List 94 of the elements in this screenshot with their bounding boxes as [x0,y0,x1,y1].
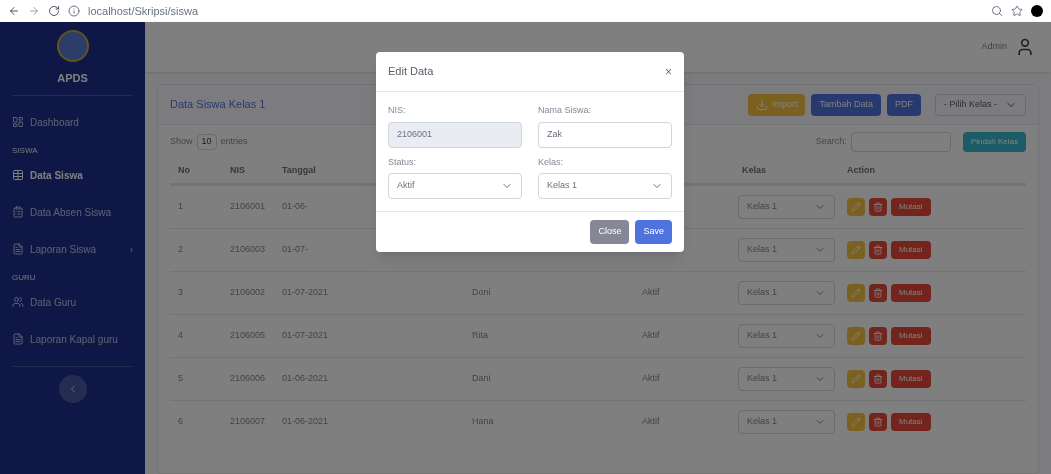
toolbar-button[interactable]: Import [747,93,806,116]
trash-icon [873,417,883,427]
edit-button[interactable] [847,241,865,259]
toolbar-button[interactable]: Tambah Data [811,93,881,116]
edit-button[interactable] [847,370,865,388]
mutate-button[interactable]: Mutasi [891,284,931,302]
mutate-button[interactable]: Mutasi [891,241,931,259]
nav-icon [12,243,24,255]
select-field[interactable]: Kelas 1 [538,173,672,199]
input-field[interactable]: Zak [538,121,672,148]
dialog-button[interactable]: Save [635,220,672,244]
table-cell: 2106007 [222,400,274,443]
trash-icon [873,288,883,298]
pencil-icon [851,417,861,427]
trash-icon [873,331,883,341]
pencil-icon [851,288,861,298]
trash-icon [873,202,883,212]
move-class-button[interactable]: Pindah Kelas [962,132,1026,152]
sidebar-item[interactable]: Dashboard [0,103,145,141]
logo-icon [56,30,89,62]
pencil-icon [851,374,861,384]
field-label: Nama Siswa: [538,104,592,117]
column-header[interactable]: NIS [222,159,274,185]
zoom-icon[interactable] [991,5,1003,17]
sidebar-item[interactable]: Laporan Kapal guru [0,320,145,358]
nav-icon [12,169,24,181]
mutate-button[interactable]: Mutasi [891,198,931,216]
trash-icon [873,374,883,384]
forward-icon[interactable] [28,5,40,17]
sidebar-item[interactable]: Data Guru [0,283,145,321]
delete-button[interactable] [869,284,887,302]
table-cell: 01-06-2021 [274,357,464,400]
delete-button[interactable] [869,413,887,431]
nav-icon [12,206,24,218]
profile-icon[interactable] [1031,5,1043,17]
sidebar-label: Data Siswa [30,168,83,183]
sidebar-item[interactable]: Laporan Siswa › [0,230,145,268]
pencil-icon [851,245,861,255]
edit-button[interactable] [847,327,865,345]
table-cell: 2106001 [222,185,274,228]
dialog-button[interactable]: Close [590,220,630,244]
table-cell: 2106003 [222,228,274,271]
address-bar[interactable]: localhost/Skripsi/siswa [88,2,199,20]
back-icon[interactable] [8,5,20,17]
sidebar-heading: SISWA [11,144,39,157]
table-cell: 01-07-2021 [274,314,464,357]
entries-select[interactable]: 10 [196,134,217,150]
star-icon[interactable] [1011,5,1023,17]
table-cell: 01-06-2021 [274,400,464,443]
avatar-icon[interactable] [1015,37,1035,57]
trash-icon [873,245,883,255]
sidebar-label: Dashboard [30,115,79,130]
sidebar-item[interactable]: Data Siswa [0,156,145,194]
mutate-button[interactable]: Mutasi [891,370,931,388]
field-label: Kelas: [538,155,564,169]
sidebar-item[interactable]: Data Absen Siswa [0,193,145,231]
dialog-title: Edit Data [388,64,434,80]
nav-icon [12,333,24,345]
table-cell: 2106006 [222,357,274,400]
mutate-button[interactable]: Mutasi [891,413,931,431]
chevron-label: › [129,242,133,257]
brand-name: APDS [57,71,88,86]
delete-button[interactable] [869,241,887,259]
class-select[interactable]: - Pilih Kelas - [935,93,1026,116]
table-cell: 2106002 [222,271,274,314]
nav-icon [12,116,24,128]
delete-button[interactable] [869,198,887,216]
pencil-icon [851,202,861,212]
info-icon [68,5,80,17]
edit-button[interactable] [847,284,865,302]
sidebar-label: Laporan Siswa [30,242,97,257]
column-header[interactable]: Kelas [734,159,839,185]
toolbar-button[interactable]: PDF [887,93,921,116]
sidebar-label: Data Guru [30,295,77,310]
nav-icon [12,296,24,308]
sidebar-label: Data Absen Siswa [30,205,112,220]
sidebar-heading: GURU [11,271,37,284]
mutate-button[interactable]: Mutasi [891,327,931,345]
field-label: NIS: [388,104,407,117]
select-field[interactable]: Aktif [388,173,522,199]
column-header[interactable]: No [170,159,222,185]
reload-icon[interactable] [48,5,60,17]
card-title: Data Siswa Kelas 1 [170,97,266,113]
column-header[interactable]: Action [839,159,1026,185]
sidebar-label: Laporan Kapal guru [30,332,118,347]
delete-button[interactable] [869,370,887,388]
table-cell: 2106005 [222,314,274,357]
close-button[interactable]: × [665,62,672,81]
delete-button[interactable] [869,327,887,345]
pencil-icon [851,331,861,341]
table-cell: 1 [170,185,222,228]
table-cell: 01-07-2021 [274,271,464,314]
edit-button[interactable] [847,413,865,431]
edit-button[interactable] [847,198,865,216]
